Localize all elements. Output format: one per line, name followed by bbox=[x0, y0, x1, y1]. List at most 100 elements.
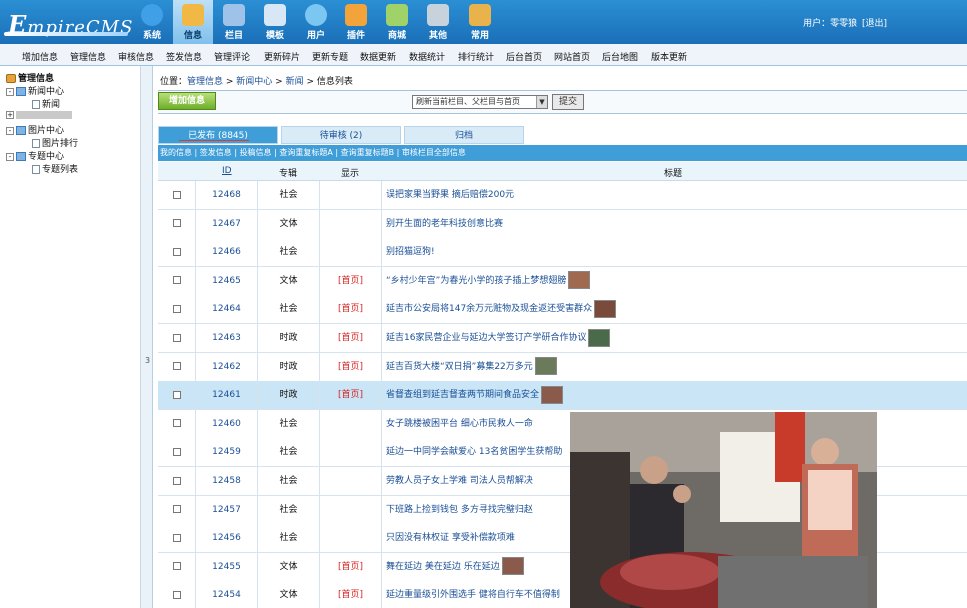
nav-tab-4[interactable]: 用户 bbox=[296, 0, 336, 44]
row-title-link[interactable]: 延吉16家民营企业与延边大学签订产学研合作协议 bbox=[386, 333, 586, 343]
row-checkbox[interactable] bbox=[172, 476, 181, 485]
breadcrumb-news[interactable]: 新闻 bbox=[286, 77, 304, 87]
table-row[interactable]: 12465 文体 [首页] “乡村少年宫”为春光小学的孩子插上梦想翅膀 bbox=[158, 266, 967, 296]
row-id[interactable]: 12456 bbox=[196, 524, 258, 553]
row-title-link[interactable]: 劳教人员子女上学难 司法人员帮解决 bbox=[386, 476, 533, 486]
row-id[interactable]: 12461 bbox=[196, 381, 258, 410]
nav-tab-8[interactable]: 常用 bbox=[460, 0, 500, 44]
submenu-item-3[interactable]: 签发信息 bbox=[166, 50, 202, 63]
thumbnail-image-icon[interactable] bbox=[588, 328, 611, 347]
nav-tab-6[interactable]: 商城 bbox=[377, 0, 417, 44]
submenu-item-7[interactable]: 数据更新 bbox=[360, 50, 396, 63]
row-title-link[interactable]: 延边重量级引外围选手 健将自行车不值得制 bbox=[386, 590, 560, 600]
tree-root[interactable]: 管理信息 bbox=[6, 71, 54, 84]
table-row[interactable]: 12462 时政 [首页] 延吉百货大楼“双日捐”募集22万多元 bbox=[158, 352, 967, 382]
submenu-item-6[interactable]: 更新专题 bbox=[312, 50, 348, 63]
row-title-link[interactable]: 延吉市公安局将147余万元赃物及现金返还受害群众 bbox=[386, 304, 592, 314]
row-id[interactable]: 12465 bbox=[196, 266, 258, 295]
row-checkbox[interactable] bbox=[172, 447, 181, 456]
thumbnail-image-icon[interactable] bbox=[534, 357, 557, 376]
row-checkbox[interactable] bbox=[172, 390, 181, 399]
row-title-link[interactable]: 别招猫逗狗! bbox=[386, 247, 435, 257]
submenu-item-11[interactable]: 网站首页 bbox=[554, 50, 590, 63]
logout-link[interactable]: [退出] bbox=[862, 19, 887, 29]
row-id[interactable]: 12463 bbox=[196, 324, 258, 352]
expand-icon[interactable]: + bbox=[6, 110, 14, 119]
breadcrumb-news-center[interactable]: 新闻中心 bbox=[236, 77, 272, 87]
row-checkbox[interactable] bbox=[172, 419, 181, 428]
row-checkbox[interactable] bbox=[172, 562, 181, 571]
table-row[interactable]: 12461 时政 [首页] 省督查组到延吉督查两节期间食品安全 bbox=[158, 381, 967, 411]
row-checkbox[interactable] bbox=[172, 333, 181, 342]
username-link[interactable]: 零零狼 bbox=[830, 19, 857, 29]
submenu-item-4[interactable]: 管理评论 bbox=[214, 50, 250, 63]
row-title-link[interactable]: 舞在延边 美在延边 乐在延边 bbox=[386, 562, 500, 572]
filter-link-3[interactable]: 查询重复标题A bbox=[279, 148, 332, 157]
submenu-item-5[interactable]: 更新碎片 bbox=[264, 50, 300, 63]
row-checkbox[interactable] bbox=[172, 190, 181, 199]
row-checkbox[interactable] bbox=[172, 533, 181, 542]
thumbnail-image-icon[interactable] bbox=[594, 299, 617, 318]
submenu-item-9[interactable]: 排行统计 bbox=[458, 50, 494, 63]
header-id[interactable]: ID bbox=[222, 166, 232, 176]
row-title-link[interactable]: “乡村少年宫”为春光小学的孩子插上梦想翅膀 bbox=[386, 276, 566, 286]
nav-tab-1[interactable]: 信息 bbox=[173, 0, 213, 44]
refresh-select[interactable]: 刷新当前栏目、父栏目与首页 ▼ bbox=[412, 95, 548, 109]
table-row[interactable]: 12466 社会 别招猫逗狗! bbox=[158, 238, 967, 268]
tree-item-photo-rank[interactable]: 图片排行 bbox=[32, 136, 78, 149]
row-id[interactable]: 12458 bbox=[196, 467, 258, 495]
row-title-link[interactable]: 别开生面的老年科技创意比赛 bbox=[386, 219, 503, 229]
filter-link-5[interactable]: 审核栏目全部信息 bbox=[402, 148, 466, 157]
collapse-icon[interactable]: - bbox=[6, 152, 14, 161]
filter-link-0[interactable]: 我的信息 bbox=[160, 148, 192, 157]
row-checkbox[interactable] bbox=[172, 362, 181, 371]
row-checkbox[interactable] bbox=[172, 276, 181, 285]
add-info-button[interactable]: 增加信息 bbox=[158, 92, 216, 110]
frame-splitter[interactable]: 3 bbox=[141, 66, 153, 608]
row-id[interactable]: 12459 bbox=[196, 438, 258, 467]
row-title-link[interactable]: 只因没有林权证 享受补偿款项难 bbox=[386, 533, 515, 543]
row-id[interactable]: 12468 bbox=[196, 181, 258, 209]
tree-item-topic-list[interactable]: 专题列表 bbox=[32, 162, 78, 175]
tree-item-photo-center[interactable]: - 图片中心 bbox=[6, 123, 64, 136]
row-id[interactable]: 12455 bbox=[196, 552, 258, 581]
row-id[interactable]: 12466 bbox=[196, 238, 258, 267]
breadcrumb-admin-info[interactable]: 管理信息 bbox=[187, 77, 223, 87]
tree-item-news-center[interactable]: - 新闻中心 bbox=[6, 84, 64, 97]
table-row[interactable]: 12463 时政 [首页] 延吉16家民营企业与延边大学签订产学研合作协议 bbox=[158, 324, 967, 353]
row-id[interactable]: 12457 bbox=[196, 495, 258, 524]
nav-tab-5[interactable]: 插件 bbox=[336, 0, 376, 44]
row-title-link[interactable]: 延边一中同学会献爱心 13名贫困学生获帮助 bbox=[386, 447, 562, 457]
row-id[interactable]: 12460 bbox=[196, 409, 258, 438]
row-id[interactable]: 12467 bbox=[196, 209, 258, 238]
row-title-link[interactable]: 省督查组到延吉督查两节期间食品安全 bbox=[386, 390, 539, 400]
nav-tab-0[interactable]: 系统 bbox=[132, 0, 172, 44]
thumbnail-image-icon[interactable] bbox=[568, 271, 591, 290]
tab-pending[interactable]: 待审核 (2) bbox=[281, 126, 401, 144]
submenu-item-10[interactable]: 后台首页 bbox=[506, 50, 542, 63]
nav-tab-2[interactable]: 栏目 bbox=[214, 0, 254, 44]
row-checkbox[interactable] bbox=[172, 219, 181, 228]
tree-item-blurred[interactable]: + bbox=[6, 110, 72, 120]
submenu-item-1[interactable]: 管理信息 bbox=[70, 50, 106, 63]
row-checkbox[interactable] bbox=[172, 590, 181, 599]
submenu-item-2[interactable]: 审核信息 bbox=[118, 50, 154, 63]
collapse-icon[interactable]: - bbox=[6, 87, 14, 96]
row-id[interactable]: 12462 bbox=[196, 352, 258, 381]
submenu-item-0[interactable]: 增加信息 bbox=[22, 50, 58, 63]
submenu-item-12[interactable]: 后台地图 bbox=[602, 50, 638, 63]
tree-item-topic-center[interactable]: - 专题中心 bbox=[6, 149, 64, 162]
row-title-link[interactable]: 女子跳楼被困平台 细心市民救人一命 bbox=[386, 419, 533, 429]
row-checkbox[interactable] bbox=[172, 304, 181, 313]
filter-link-1[interactable]: 签发信息 bbox=[200, 148, 232, 157]
chevron-down-icon[interactable]: ▼ bbox=[536, 96, 547, 108]
thumbnail-image-icon[interactable] bbox=[501, 557, 524, 576]
row-title-link[interactable]: 下班路上捡到钱包 多方寻找完璧归赵 bbox=[386, 505, 533, 515]
submit-button[interactable]: 提交 bbox=[552, 94, 584, 110]
row-checkbox[interactable] bbox=[172, 247, 181, 256]
row-id[interactable]: 12454 bbox=[196, 581, 258, 608]
filter-link-2[interactable]: 投稿信息 bbox=[240, 148, 272, 157]
filter-link-4[interactable]: 查询重复标题B bbox=[341, 148, 395, 157]
table-row[interactable]: 12468 社会 误把家果当野果 摘后赔偿200元 bbox=[158, 181, 967, 210]
row-id[interactable]: 12464 bbox=[196, 295, 258, 324]
